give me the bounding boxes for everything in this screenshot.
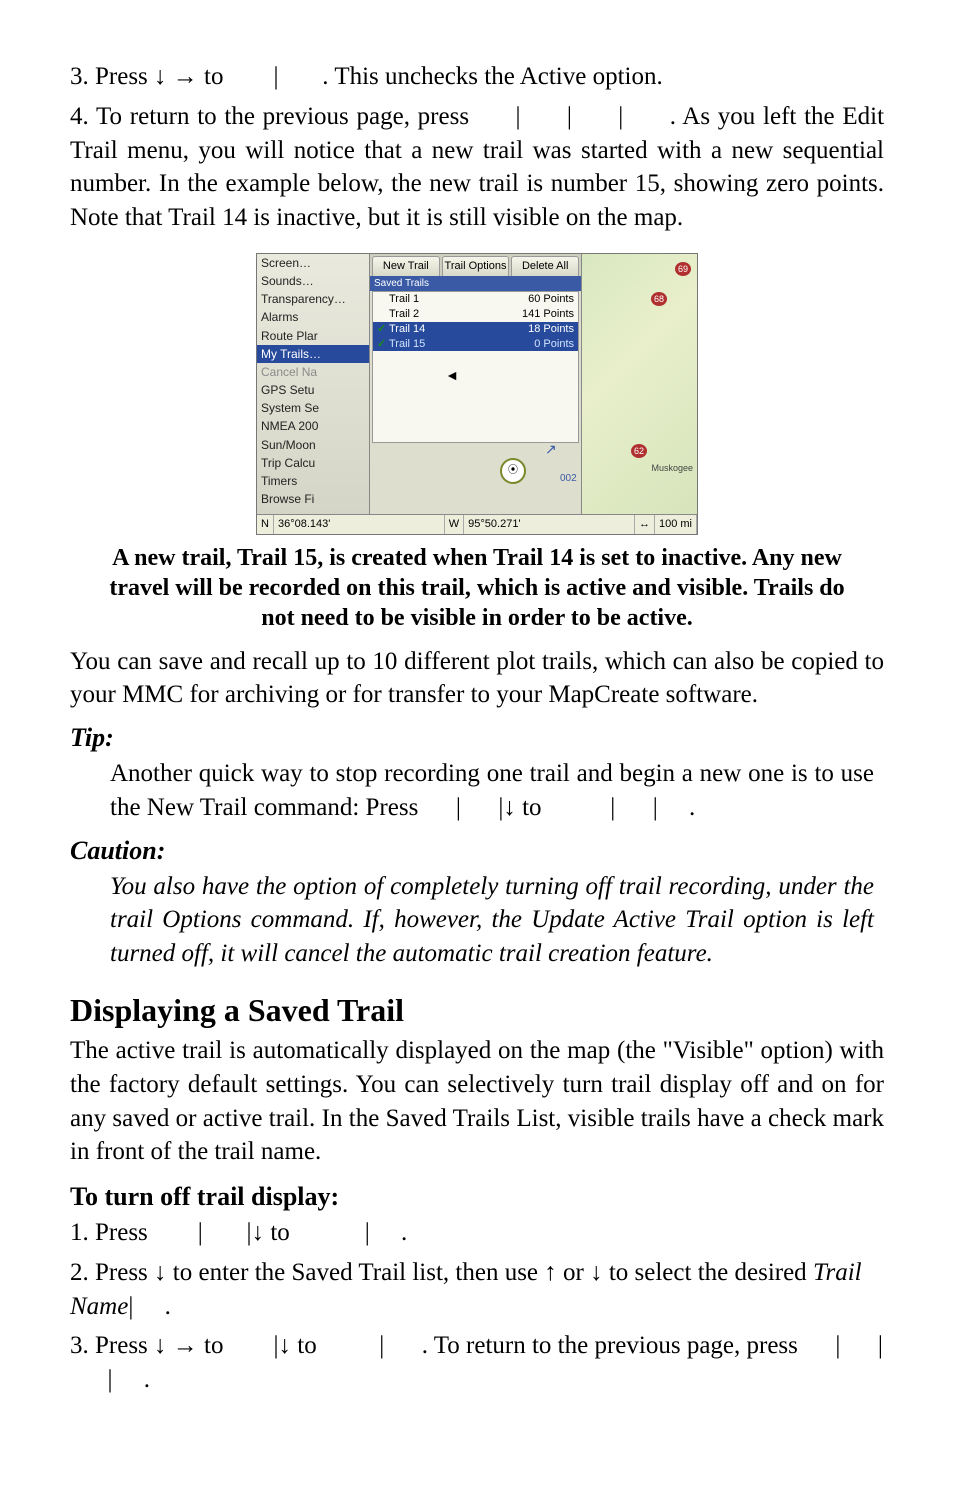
toff-step2: 2. Press ↓ to enter the Saved Trail list…	[70, 1256, 884, 1324]
lon-w: W	[445, 515, 464, 534]
menu-item[interactable]: Cancel Na	[257, 363, 369, 381]
tab-button[interactable]: New Trail	[372, 256, 440, 276]
scale-value: 100 mi	[655, 515, 697, 534]
caution-body: You also have the option of completely t…	[110, 870, 874, 971]
tip-body: Another quick way to stop recording one …	[110, 757, 874, 825]
menu-item[interactable]: Transparency…	[257, 290, 369, 308]
tab-button[interactable]: Trail Options	[442, 256, 510, 276]
trail-list: Trail 160 PointsTrail 2141 Points✓Trail …	[372, 291, 579, 443]
scale-icon: ↔	[635, 515, 655, 534]
status-bar: N 36°08.143' W 95°50.271' ↔ 100 mi	[257, 514, 697, 534]
toff-step3: 3. Press ↓ → to |↓ to | . To return to t…	[70, 1329, 884, 1397]
map-preview: 69 68 62 Muskogee	[581, 254, 697, 514]
display-trail-para: The active trail is automatically displa…	[70, 1034, 884, 1169]
town-label: Muskogee	[651, 462, 693, 474]
left-arrow-icon: ◄	[445, 366, 459, 385]
menu-item[interactable]: Sun/Moon	[257, 436, 369, 454]
menu-item[interactable]: NMEA 200	[257, 417, 369, 435]
trail-row[interactable]: Trail 2141 Points	[373, 307, 578, 322]
hwy-shield: 62	[631, 444, 647, 458]
figure-caption: A new trail, Trail 15, is created when T…	[100, 543, 854, 633]
trail-row[interactable]: ✓Trail 150 Points	[373, 337, 578, 352]
menu-column: Screen…Sounds…Transparency…AlarmsRoute P…	[257, 254, 370, 514]
trail-row[interactable]: ✓Trail 1418 Points	[373, 322, 578, 337]
menu-item[interactable]: System Se	[257, 399, 369, 417]
menu-item[interactable]: Trip Calcu	[257, 454, 369, 472]
menu-item[interactable]: GPS Setu	[257, 381, 369, 399]
menu-item[interactable]: Timers	[257, 472, 369, 490]
compass-icon: ⦿	[500, 458, 526, 484]
section-heading: Displaying a Saved Trail	[70, 989, 884, 1032]
menu-item[interactable]: My Trails…	[257, 345, 369, 363]
heading-arrow-icon: ↗	[545, 440, 557, 459]
step-4-para: 4. To return to the previous page, press…	[70, 100, 884, 235]
tab-button[interactable]: Delete All	[511, 256, 579, 276]
device-screenshot: Trails Screen…Sounds…Transparency…Alarms…	[70, 253, 884, 537]
tab-bar: New TrailTrail OptionsDelete All	[370, 254, 581, 276]
turn-off-heading: To turn off trail display:	[70, 1179, 884, 1214]
menu-item[interactable]: Alarms	[257, 308, 369, 326]
trail-row[interactable]: Trail 160 Points	[373, 292, 578, 307]
save-recall-para: You can save and recall up to 10 differe…	[70, 645, 884, 713]
list-header: Saved Trails	[370, 276, 581, 292]
distance-value: 002	[560, 472, 577, 486]
menu-item[interactable]: Sounds…	[257, 272, 369, 290]
menu-item[interactable]: Route Plar	[257, 327, 369, 345]
lat-n: N	[257, 515, 274, 534]
caution-label: Caution:	[70, 833, 884, 868]
longitude: 95°50.271'	[464, 515, 635, 534]
hwy-shield: 69	[675, 262, 691, 276]
menu-item[interactable]: Screen…	[257, 254, 369, 272]
tip-label: Tip:	[70, 720, 884, 755]
toff-step1: 1. Press | |↓ to | .	[70, 1216, 884, 1250]
hwy-shield: 68	[651, 292, 667, 306]
latitude: 36°08.143'	[274, 515, 445, 534]
trails-panel: New TrailTrail OptionsDelete All Saved T…	[370, 254, 581, 514]
menu-item[interactable]: Browse Fi	[257, 490, 369, 508]
step-3-line: 3. Press ↓ → to | . This unchecks the Ac…	[70, 60, 884, 94]
